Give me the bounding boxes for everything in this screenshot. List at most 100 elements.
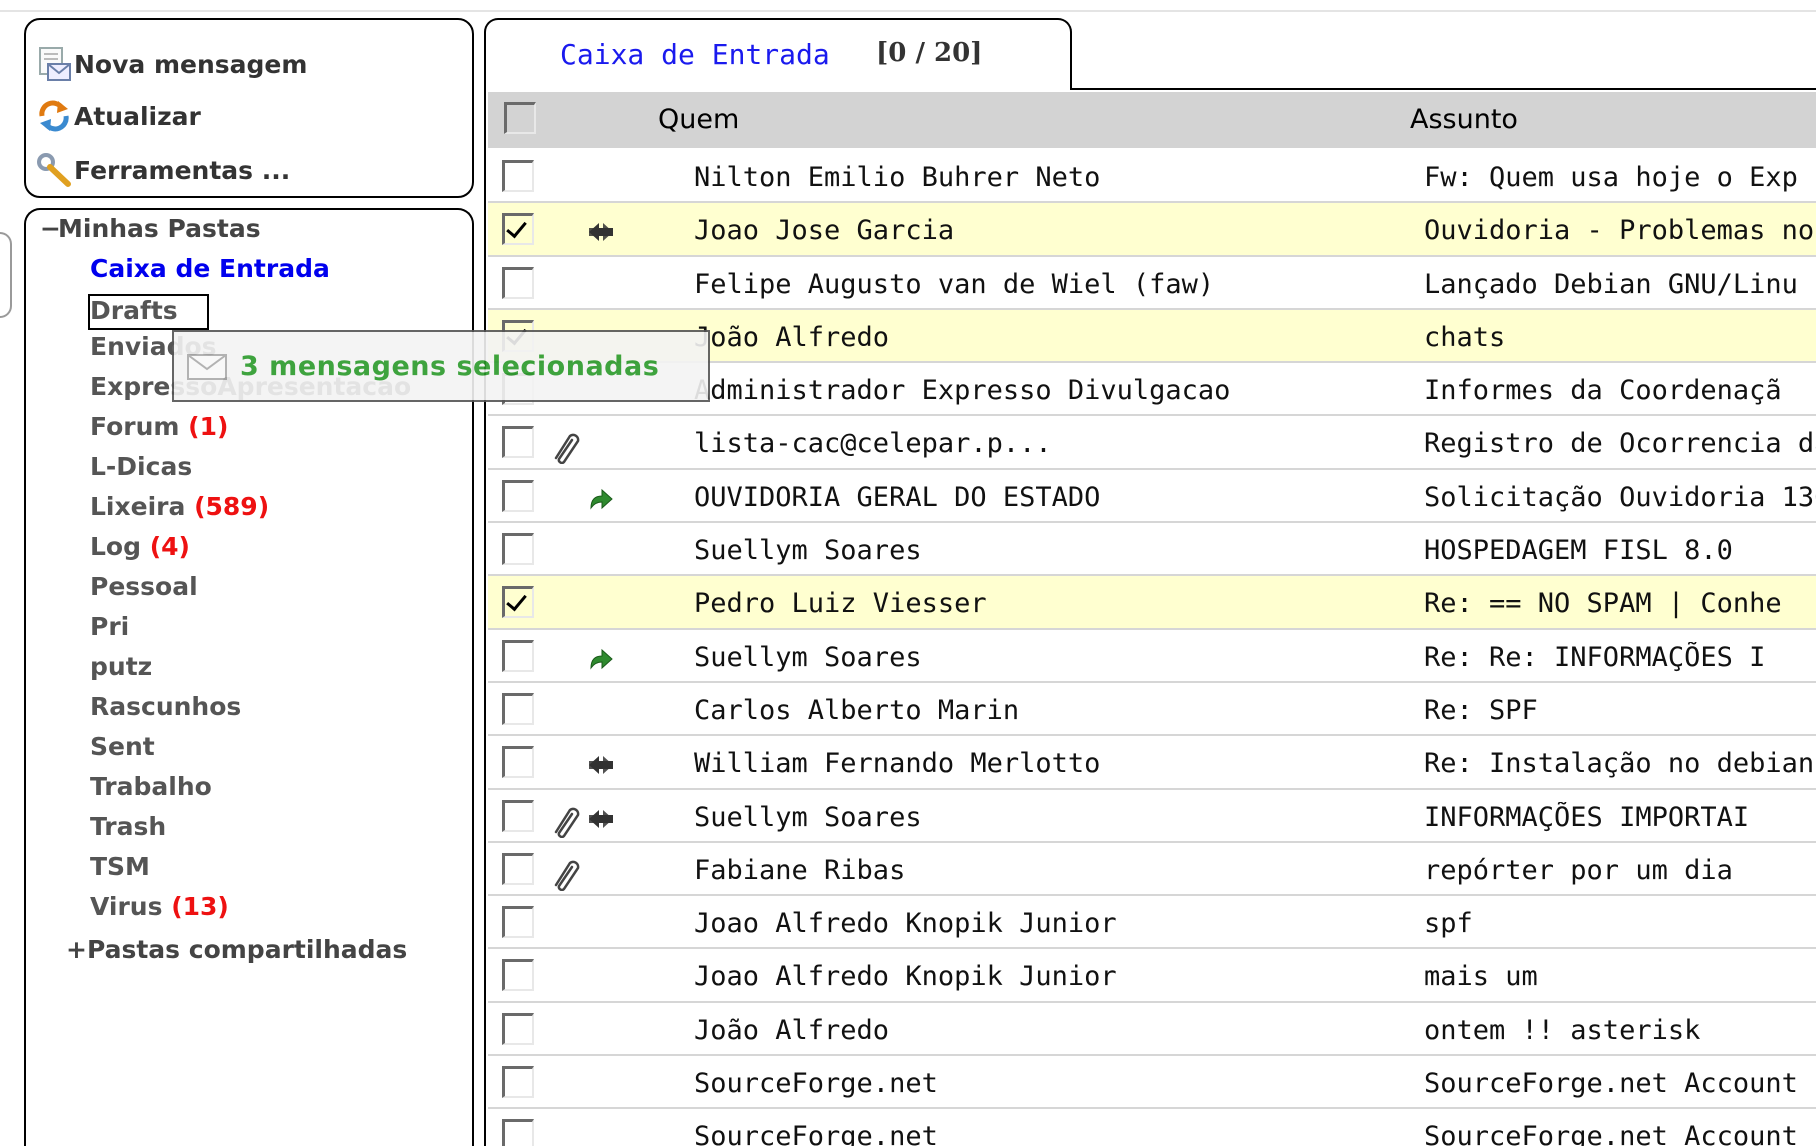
- my-folders-title[interactable]: −Minhas Pastas: [40, 214, 261, 243]
- message-sender[interactable]: Carlos Alberto Marin: [694, 695, 1019, 726]
- message-sender[interactable]: OUVIDORIA GERAL DO ESTADO: [694, 482, 1100, 513]
- message-row[interactable]: William Fernando Merlotto Re: Instalação …: [488, 736, 1816, 790]
- message-row[interactable]: Fabiane Ribas repórter por um dia: [488, 843, 1816, 897]
- column-header-subject[interactable]: Assunto: [1410, 104, 1518, 135]
- folder-pessoal[interactable]: Pessoal: [90, 572, 198, 601]
- message-checkbox[interactable]: [502, 1012, 534, 1045]
- message-sender[interactable]: lista-cac@celepar.p...: [694, 428, 1052, 459]
- message-checkbox[interactable]: [502, 160, 534, 192]
- message-subject[interactable]: Ouvidoria - Problemas no: [1424, 215, 1816, 246]
- folder-trabalho[interactable]: Trabalho: [90, 772, 212, 801]
- message-row[interactable]: Joao Alfredo Knopik Junior spf: [488, 896, 1816, 950]
- message-row[interactable]: OUVIDORIA GERAL DO ESTADO Solicitação Ouv…: [488, 470, 1816, 524]
- message-sender[interactable]: William Fernando Merlotto: [694, 748, 1100, 779]
- message-row[interactable]: Suellym Soares HOSPEDAGEM FISL 8.0: [488, 523, 1816, 577]
- message-sender[interactable]: Suellym Soares: [694, 802, 922, 833]
- message-checkbox[interactable]: [502, 906, 534, 939]
- message-subject[interactable]: Re: Instalação no debian: [1424, 748, 1816, 779]
- message-sender[interactable]: SourceForge.net: [694, 1121, 938, 1146]
- message-checkbox[interactable]: [502, 266, 534, 299]
- folder-rascunhos[interactable]: Rascunhos: [90, 692, 241, 721]
- message-subject[interactable]: INFORMAÇÕES IMPORTAI: [1424, 802, 1816, 833]
- message-subject[interactable]: HOSPEDAGEM FISL 8.0: [1424, 535, 1816, 566]
- message-subject[interactable]: Re: == NO SPAM | Conhe: [1424, 588, 1816, 619]
- message-row[interactable]: Suellym Soares Re: Re: INFORMAÇÕES I: [488, 630, 1816, 683]
- message-row[interactable]: Pedro Luiz Viesser Re: == NO SPAM | Conhe: [488, 576, 1816, 630]
- message-subject[interactable]: chats: [1424, 322, 1816, 353]
- select-all-checkbox[interactable]: [504, 102, 536, 134]
- shared-folders-toggle[interactable]: +Pastas compartilhadas: [66, 935, 407, 964]
- message-checkbox[interactable]: [502, 1119, 534, 1146]
- message-row[interactable]: Joao Jose Garcia Ouvidoria - Problemas no: [488, 203, 1816, 257]
- message-subject[interactable]: Re: SPF: [1424, 695, 1816, 726]
- message-sender[interactable]: João Alfredo: [694, 322, 889, 353]
- message-checkbox[interactable]: [502, 852, 534, 885]
- message-sender[interactable]: Pedro Luiz Viesser: [694, 588, 987, 619]
- message-checkbox[interactable]: [502, 586, 534, 619]
- message-checkbox[interactable]: [502, 213, 534, 246]
- folder-tsm[interactable]: TSM: [90, 852, 150, 881]
- message-row[interactable]: Nilton Emilio Buhrer Neto Fw: Quem usa ho…: [488, 150, 1816, 204]
- folder-log[interactable]: Log (4): [90, 532, 190, 561]
- folder-pri[interactable]: Pri: [90, 612, 129, 641]
- message-checkbox[interactable]: [502, 692, 534, 725]
- message-sender[interactable]: Joao Alfredo Knopik Junior: [694, 961, 1117, 992]
- collapse-toggle[interactable]: −: [40, 214, 61, 243]
- message-row[interactable]: SourceForge.net SourceForge.net Account: [488, 1056, 1816, 1110]
- tab-inbox-label[interactable]: Caixa de Entrada: [560, 38, 830, 71]
- message-row[interactable]: João Alfredo ontem !! asterisk: [488, 1003, 1816, 1057]
- message-sender[interactable]: Joao Jose Garcia: [694, 215, 954, 246]
- message-row[interactable]: SourceForge.net SourceForge.net Account: [488, 1109, 1816, 1146]
- message-subject[interactable]: Lançado Debian GNU/Linu: [1424, 269, 1816, 300]
- column-header-who[interactable]: Quem: [658, 104, 739, 135]
- message-subject[interactable]: SourceForge.net Account: [1424, 1121, 1816, 1146]
- message-subject[interactable]: spf: [1424, 908, 1816, 939]
- folder-inbox[interactable]: Caixa de Entrada: [90, 254, 330, 283]
- folder-label: Caixa de Entrada: [90, 254, 330, 283]
- new-message-button[interactable]: Nova mensagem: [34, 44, 307, 84]
- message-checkbox[interactable]: [502, 479, 534, 512]
- folder-lixeira[interactable]: Lixeira (589): [90, 492, 269, 521]
- message-subject[interactable]: mais um: [1424, 961, 1816, 992]
- tools-button[interactable]: Ferramentas ...: [34, 150, 290, 190]
- message-checkbox[interactable]: [502, 959, 534, 992]
- folder-l-dicas[interactable]: L-Dicas: [90, 452, 192, 481]
- message-row[interactable]: Joao Alfredo Knopik Junior mais um: [488, 949, 1816, 1003]
- message-subject[interactable]: SourceForge.net Account: [1424, 1068, 1816, 1099]
- message-checkbox[interactable]: [502, 799, 534, 832]
- folder-sent[interactable]: Sent: [90, 732, 155, 761]
- sidebar-collapse-handle[interactable]: [0, 232, 12, 318]
- message-subject[interactable]: repórter por um dia: [1424, 855, 1816, 886]
- message-row[interactable]: Felipe Augusto van de Wiel (faw) Lançado …: [488, 257, 1816, 310]
- folder-drafts[interactable]: Drafts: [88, 294, 209, 330]
- message-sender[interactable]: Administrador Expresso Divulgacao: [694, 375, 1230, 406]
- message-checkbox[interactable]: [502, 426, 534, 459]
- message-sender[interactable]: Felipe Augusto van de Wiel (faw): [694, 269, 1214, 300]
- message-subject[interactable]: Registro de Ocorrencia da: [1424, 428, 1816, 459]
- message-subject[interactable]: ontem !! asterisk: [1424, 1015, 1816, 1046]
- message-sender[interactable]: Suellym Soares: [694, 535, 922, 566]
- folder-trash[interactable]: Trash: [90, 812, 166, 841]
- message-row[interactable]: Suellym Soares INFORMAÇÕES IMPORTAI: [488, 790, 1816, 843]
- refresh-button[interactable]: Atualizar: [34, 96, 201, 136]
- message-sender[interactable]: Joao Alfredo Knopik Junior: [694, 908, 1117, 939]
- folder-putz[interactable]: putz: [90, 652, 152, 681]
- message-sender[interactable]: Suellym Soares: [694, 642, 922, 673]
- message-sender[interactable]: Fabiane Ribas: [694, 855, 905, 886]
- message-sender[interactable]: Nilton Emilio Buhrer Neto: [694, 162, 1100, 193]
- folder-forum[interactable]: Forum (1): [90, 412, 228, 441]
- message-row[interactable]: Carlos Alberto Marin Re: SPF: [488, 683, 1816, 737]
- message-subject[interactable]: Informes da Coordenaçã: [1424, 375, 1816, 406]
- message-checkbox[interactable]: [502, 746, 534, 779]
- message-sender[interactable]: João Alfredo: [694, 1015, 889, 1046]
- message-checkbox[interactable]: [502, 1066, 534, 1099]
- message-checkbox[interactable]: [502, 639, 534, 672]
- message-list: Nilton Emilio Buhrer Neto Fw: Quem usa ho…: [488, 150, 1816, 1146]
- message-subject[interactable]: Fw: Quem usa hoje o Exp: [1424, 162, 1816, 193]
- message-subject[interactable]: Re: Re: INFORMAÇÕES I: [1424, 642, 1816, 673]
- message-subject[interactable]: Solicitação Ouvidoria 136: [1424, 482, 1816, 513]
- message-checkbox[interactable]: [502, 533, 534, 566]
- message-sender[interactable]: SourceForge.net: [694, 1068, 938, 1099]
- message-row[interactable]: lista-cac@celepar.p... Registro de Ocorre…: [488, 416, 1816, 470]
- folder-virus[interactable]: Virus (13): [90, 892, 229, 921]
